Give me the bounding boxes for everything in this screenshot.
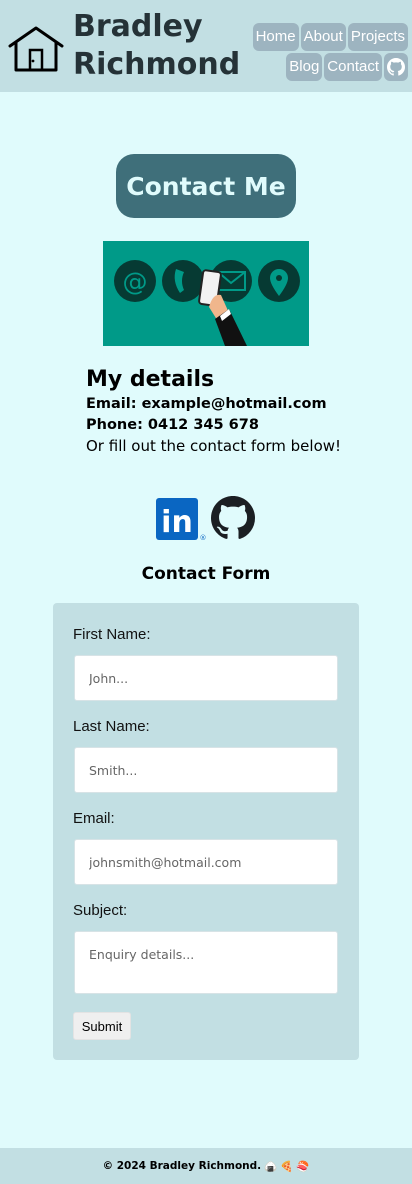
house-icon[interactable] [6, 24, 66, 74]
last-name-input[interactable] [74, 747, 338, 793]
svg-text:®: ® [200, 534, 207, 542]
github-icon[interactable] [210, 496, 256, 540]
email-label: Email: [73, 810, 115, 827]
nav-projects[interactable]: Projects [347, 23, 408, 51]
main-nav: Home About Projects Blog Contact [232, 23, 408, 83]
nav-home[interactable]: Home [252, 23, 299, 51]
first-name-label: First Name: [73, 626, 151, 643]
last-name-label: Last Name: [73, 718, 150, 735]
nav-about[interactable]: About [300, 23, 346, 51]
form-heading: Contact Form [141, 564, 271, 584]
nav-contact[interactable]: Contact [324, 53, 382, 81]
social-links: in ® [156, 496, 256, 542]
github-icon [387, 58, 405, 76]
sushi-icon: 🍣 [296, 1160, 310, 1173]
pizza-icon: 🍕 [280, 1160, 294, 1173]
subject-textarea[interactable] [74, 931, 338, 994]
contact-form: First Name: Last Name: Email: Subject: S… [53, 603, 359, 1060]
details-heading: My details [86, 367, 215, 392]
contact-illustration: @ [103, 241, 309, 346]
subject-label: Subject: [73, 902, 128, 919]
site-name-line2: Richmond [73, 47, 241, 82]
details-phone: Phone: 0412 345 678 [86, 417, 259, 433]
site-footer: © 2024 Bradley Richmond. 🍙 🍕 🍣 [0, 1148, 412, 1184]
footer-copyright: © 2024 Bradley Richmond. [102, 1160, 262, 1172]
site-name[interactable]: Bradley Richmond [73, 8, 241, 84]
submit-button[interactable]: Submit [73, 1012, 131, 1040]
page-title: Contact Me [116, 154, 296, 218]
svg-text:@: @ [123, 267, 148, 296]
first-name-input[interactable] [74, 655, 338, 701]
my-details: My details Email: example@hotmail.com Ph… [86, 366, 386, 457]
rice-ball-icon: 🍙 [264, 1160, 278, 1173]
site-header: Bradley Richmond Home About Projects Blo… [0, 0, 412, 92]
details-note: Or fill out the contact form below! [86, 437, 342, 455]
nav-github-link[interactable] [384, 53, 408, 81]
site-name-line1: Bradley [73, 9, 203, 44]
linkedin-icon[interactable]: in ® [156, 498, 206, 542]
email-input[interactable] [74, 839, 338, 885]
nav-blog[interactable]: Blog [286, 53, 323, 81]
details-email: Email: example@hotmail.com [86, 396, 327, 412]
linkedin-text: in [161, 505, 193, 540]
